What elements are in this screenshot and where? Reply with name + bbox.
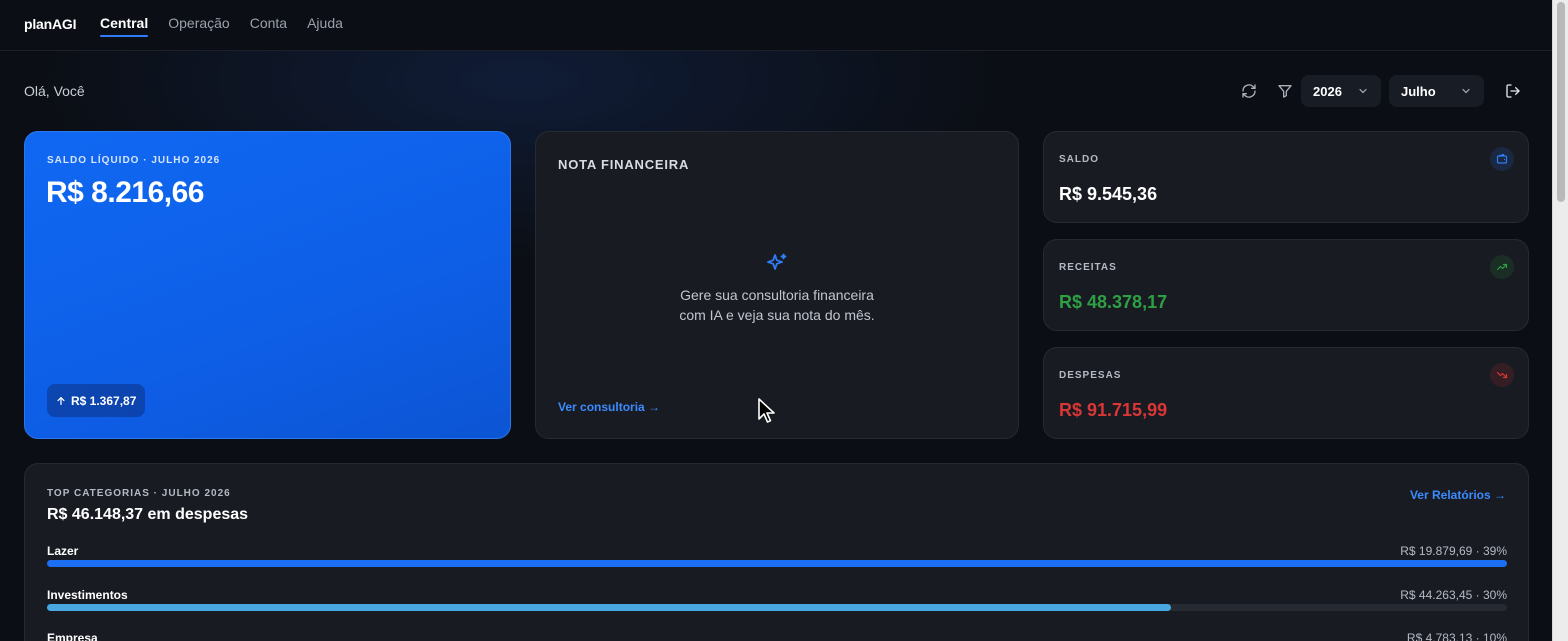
greeting-text: Olá, Você: [24, 83, 85, 99]
category-amount: R$ 44.263,45 · 30%: [1400, 588, 1507, 602]
expenses-label: DESPESAS: [1059, 370, 1122, 381]
category-name: Empresa: [47, 631, 98, 641]
top-categories-card: TOP CATEGORIAS · JULHO 2026 R$ 46.148,37…: [24, 463, 1529, 641]
year-select[interactable]: 2026: [1301, 75, 1381, 107]
filter-button[interactable]: [1271, 75, 1299, 107]
refresh-button[interactable]: [1235, 75, 1263, 107]
expenses-card: DESPESAS R$ 91.715,99: [1043, 347, 1529, 439]
category-bar-track: [47, 604, 1507, 611]
wallet-icon: [1490, 147, 1514, 171]
logout-icon: [1506, 84, 1520, 98]
income-label: RECEITAS: [1059, 262, 1117, 273]
financial-note-message: Gere sua consultoria financeira com IA e…: [536, 285, 1018, 325]
view-consultation-link[interactable]: Ver consultoria →: [558, 400, 660, 414]
net-balance-delta: R$ 1.367,87: [71, 393, 137, 408]
mouse-cursor-icon: [757, 397, 777, 430]
trend-up-icon: [1490, 255, 1514, 279]
category-amount: R$ 19.879,69 · 39%: [1400, 544, 1507, 558]
category-bar-fill: [47, 560, 1507, 567]
category-row[interactable]: Lazer R$ 19.879,69 · 39%: [47, 544, 1507, 584]
brand-logo[interactable]: planAGI: [24, 16, 76, 32]
category-name: Investimentos: [47, 588, 128, 602]
net-balance-delta-badge: R$ 1.367,87: [47, 384, 146, 417]
page-scrollbar[interactable]: [1552, 0, 1568, 641]
trend-down-icon: [1490, 363, 1514, 387]
financial-note-title: NOTA FINANCEIRA: [558, 157, 690, 172]
balance-label: SALDO: [1059, 154, 1099, 165]
category-name: Lazer: [47, 544, 79, 558]
filter-icon: [1278, 85, 1292, 98]
year-value: 2026: [1313, 83, 1342, 99]
refresh-icon: [1242, 84, 1256, 98]
arrow-up-icon: [57, 396, 65, 405]
tab-central[interactable]: Central: [100, 0, 149, 51]
balance-value: R$ 9.545,36: [1059, 184, 1158, 204]
category-bar-track: [47, 560, 1507, 567]
chevron-down-icon: [1359, 88, 1367, 94]
category-row[interactable]: Investimentos R$ 44.263,45 · 30%: [47, 588, 1507, 628]
chevron-down-icon: [1462, 88, 1470, 94]
expenses-value: R$ 91.715,99: [1059, 400, 1168, 420]
income-value: R$ 48.378,17: [1059, 292, 1168, 312]
tab-conta[interactable]: Conta: [250, 0, 287, 51]
top-categories-total: R$ 46.148,37 em despesas: [47, 506, 249, 523]
net-balance-value: R$ 8.216,66: [46, 176, 204, 209]
category-bar-fill: [47, 604, 1172, 611]
month-select[interactable]: Julho: [1389, 75, 1484, 107]
financial-note-card: NOTA FINANCEIRA Gere sua consultoria fin…: [535, 131, 1019, 439]
month-value: Julho: [1401, 83, 1436, 99]
net-balance-card: SALDO LÍQUIDO · JULHO 2026 R$ 8.216,66 R…: [24, 131, 511, 439]
top-navbar: planAGI Central Operação Conta Ajuda: [0, 0, 1552, 51]
category-row[interactable]: Empresa R$ 4.783,13 · 10%: [47, 631, 1507, 641]
scrollbar-thumb[interactable]: [1557, 2, 1565, 202]
net-balance-label: SALDO LÍQUIDO · JULHO 2026: [47, 155, 221, 166]
tab-operacao[interactable]: Operação: [168, 0, 229, 51]
balance-card: SALDO R$ 9.545,36: [1043, 131, 1529, 223]
income-card: RECEITAS R$ 48.378,17: [1043, 239, 1529, 331]
top-categories-label: TOP CATEGORIAS · JULHO 2026: [47, 488, 231, 499]
nav-tabs: Central Operação Conta Ajuda: [100, 0, 343, 51]
tab-ajuda[interactable]: Ajuda: [307, 0, 343, 51]
sparkle-icon: [765, 252, 789, 281]
financial-note-message-line2: com IA e veja sua nota do mês.: [679, 307, 875, 323]
view-reports-link[interactable]: Ver Relatórios →: [1410, 488, 1506, 502]
logout-button[interactable]: [1499, 75, 1527, 107]
category-amount: R$ 4.783,13 · 10%: [1406, 631, 1507, 641]
financial-note-message-line1: Gere sua consultoria financeira: [680, 287, 874, 303]
